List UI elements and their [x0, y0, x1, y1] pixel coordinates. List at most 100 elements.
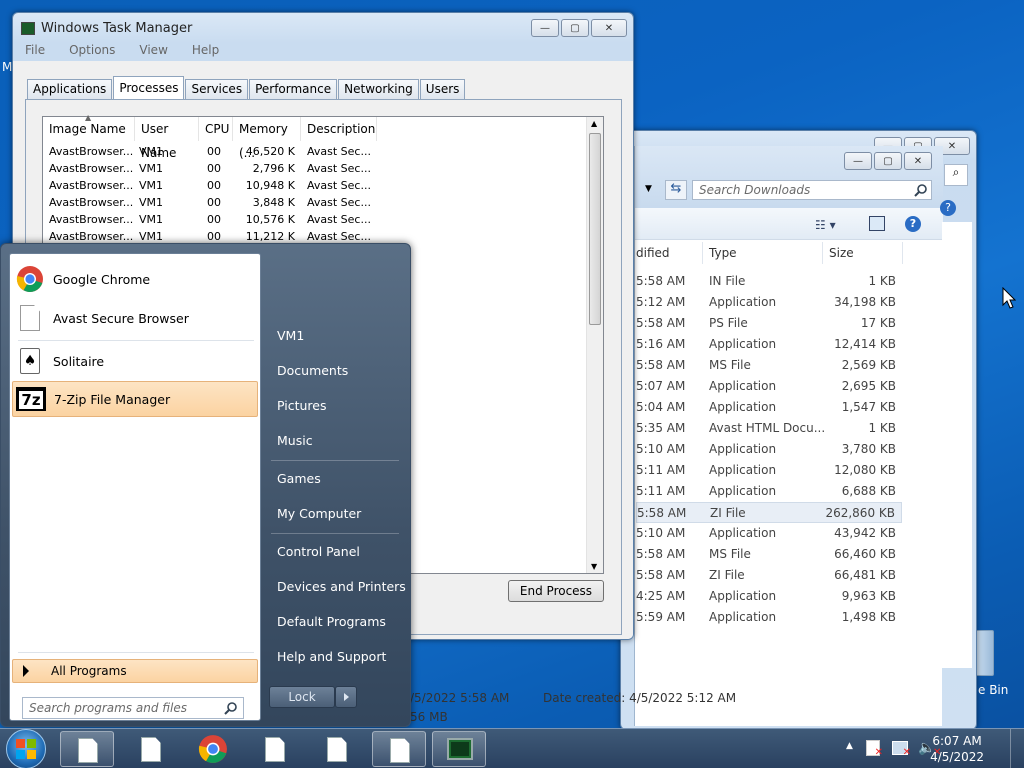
column-memory[interactable]: Memory (... [233, 117, 301, 160]
preview-pane-icon[interactable] [869, 216, 885, 231]
recycle-bin-label[interactable]: e Bin [978, 683, 1008, 697]
end-process-button[interactable]: End Process [508, 580, 604, 602]
taskbar-item-document[interactable] [248, 731, 302, 767]
process-row[interactable]: AvastBrowser... VM1 00 10,576 K Avast Sec... [43, 211, 383, 228]
minimize-button[interactable]: — [844, 152, 872, 170]
all-programs-button[interactable]: All Programs [12, 659, 258, 683]
column-size[interactable]: Size [829, 246, 854, 260]
search-icon[interactable] [914, 183, 928, 197]
scroll-up-icon[interactable]: ▲ [591, 119, 597, 128]
file-date-modified: 5:58 AM [636, 547, 686, 561]
file-row[interactable]: 5:10 AM Application 3,780 KB [636, 439, 902, 460]
start-link-documents[interactable]: Documents [277, 363, 348, 378]
show-desktop-button[interactable] [1010, 729, 1024, 768]
refresh-icon[interactable]: ⇆ [665, 180, 687, 200]
column-description[interactable]: Description [301, 117, 377, 141]
shutdown-options-button[interactable] [335, 686, 357, 708]
search-programs-input[interactable]: Search programs and files [22, 697, 244, 719]
start-link-devices-printers[interactable]: Devices and Printers [277, 579, 406, 594]
menu-options[interactable]: Options [69, 43, 115, 57]
file-row[interactable]: 5:58 AM ZI File 66,481 KB [636, 565, 902, 586]
file-date-modified: 5:16 AM [636, 337, 686, 351]
tab-processes[interactable]: Processes [113, 76, 185, 99]
start-button[interactable] [6, 729, 46, 768]
file-row[interactable]: 5:58 AM MS File 2,569 KB [636, 355, 902, 376]
file-row[interactable]: 5:04 AM Application 1,547 KB [636, 397, 902, 418]
tab-applications[interactable]: Applications [27, 79, 113, 99]
start-menu[interactable]: Google Chrome Avast Secure Browser ♠ Sol… [0, 243, 411, 727]
file-row[interactable]: 5:58 AM PS File 17 KB [636, 313, 902, 334]
menu-help[interactable]: Help [192, 43, 219, 57]
tab-networking[interactable]: Networking [338, 79, 419, 99]
clock[interactable]: 6:07 AM 4/5/2022 [930, 733, 984, 765]
program-avast-secure-browser[interactable]: Avast Secure Browser [12, 300, 258, 336]
tab-performance[interactable]: Performance [249, 79, 338, 99]
search-icon[interactable] [224, 701, 238, 715]
column-cpu[interactable]: CPU [199, 117, 233, 141]
start-link-games[interactable]: Games [277, 471, 321, 486]
maximize-button[interactable]: ▢ [874, 152, 902, 170]
file-date-modified: 5:59 AM [636, 610, 686, 624]
tab-services[interactable]: Services [185, 79, 249, 99]
taskbar-item-document[interactable] [124, 731, 178, 767]
start-link-music[interactable]: Music [277, 433, 313, 448]
help-icon-back[interactable]: ? [940, 200, 956, 216]
help-icon[interactable]: ? [905, 216, 921, 232]
lock-button[interactable]: Lock [269, 686, 335, 708]
start-link-help-support[interactable]: Help and Support [277, 649, 386, 664]
scroll-thumb[interactable] [589, 133, 601, 325]
file-row[interactable]: 5:07 AM Application 2,695 KB [636, 376, 902, 397]
column-date-modified[interactable]: dified [636, 246, 670, 260]
close-button[interactable]: ✕ [904, 152, 932, 170]
file-size: 262,860 KB [825, 506, 895, 520]
file-row[interactable]: 5:58 AM ZI File 262,860 KB [636, 502, 902, 523]
all-programs-label: All Programs [51, 664, 127, 678]
file-row[interactable]: 5:35 AM Avast HTML Docu... 1 KB [636, 418, 902, 439]
taskbar-item-document[interactable] [60, 731, 114, 767]
vertical-scrollbar[interactable]: ▲ ▼ [586, 117, 603, 573]
file-row[interactable]: 5:59 AM Application 1,498 KB [636, 607, 902, 628]
maximize-button[interactable]: ▢ [561, 19, 589, 37]
process-user-name: VM1 [139, 213, 164, 226]
menu-view[interactable]: View [139, 43, 167, 57]
start-link-my-computer[interactable]: My Computer [277, 506, 361, 521]
tab-users[interactable]: Users [419, 79, 466, 99]
recycle-bin-icon[interactable] [974, 630, 994, 676]
start-link-pictures[interactable]: Pictures [277, 398, 327, 413]
file-row[interactable]: 5:11 AM Application 12,080 KB [636, 460, 902, 481]
file-row[interactable]: 5:12 AM Application 34,198 KB [636, 292, 902, 313]
program-google-chrome[interactable]: Google Chrome [12, 261, 258, 297]
start-link-default-programs[interactable]: Default Programs [277, 614, 386, 629]
taskbar-item-task-manager[interactable] [432, 731, 486, 767]
taskbar-item-document[interactable] [310, 731, 364, 767]
taskbar-item-chrome[interactable] [186, 731, 240, 767]
file-row[interactable]: 4:25 AM Application 9,963 KB [636, 586, 902, 607]
program-solitaire[interactable]: ♠ Solitaire [12, 343, 258, 379]
show-hidden-icons-icon[interactable]: ▲ [846, 741, 853, 751]
minimize-button[interactable]: — [531, 19, 559, 37]
file-row[interactable]: 5:58 AM MS File 66,460 KB [636, 544, 902, 565]
process-row[interactable]: AvastBrowser... VM1 00 46,520 K Avast Sec... [43, 143, 383, 160]
file-row[interactable]: 5:11 AM Application 6,688 KB [636, 481, 902, 502]
network-icon[interactable]: ✕ [892, 741, 911, 758]
file-row[interactable]: 5:16 AM Application 12,414 KB [636, 334, 902, 355]
column-user-name[interactable]: User Name [135, 117, 199, 160]
action-center-icon[interactable]: ✕ [866, 740, 883, 758]
scroll-down-icon[interactable]: ▼ [591, 562, 597, 571]
dropdown-arrow-icon[interactable]: ▼ [645, 184, 652, 194]
start-link-vm1[interactable]: VM1 [277, 328, 304, 343]
close-button[interactable]: ✕ [591, 19, 627, 37]
column-type[interactable]: Type [709, 246, 737, 260]
view-options-icon[interactable]: ☷ ▾ [815, 218, 836, 232]
process-row[interactable]: AvastBrowser... VM1 00 10,948 K Avast Sec... [43, 177, 383, 194]
program-7zip-file-manager[interactable]: 7z 7-Zip File Manager [12, 381, 258, 417]
search-icon-back[interactable]: ⌕ [944, 164, 968, 186]
file-row[interactable]: 5:10 AM Application 43,942 KB [636, 523, 902, 544]
menu-file[interactable]: File [25, 43, 45, 57]
start-link-control-panel[interactable]: Control Panel [277, 544, 360, 559]
taskbar-item-document[interactable] [372, 731, 426, 767]
search-downloads-input[interactable]: Search Downloads [692, 180, 932, 200]
file-row[interactable]: 5:58 AM IN File 1 KB [636, 271, 902, 292]
process-row[interactable]: AvastBrowser... VM1 00 2,796 K Avast Sec... [43, 160, 383, 177]
process-row[interactable]: AvastBrowser... VM1 00 3,848 K Avast Sec... [43, 194, 383, 211]
